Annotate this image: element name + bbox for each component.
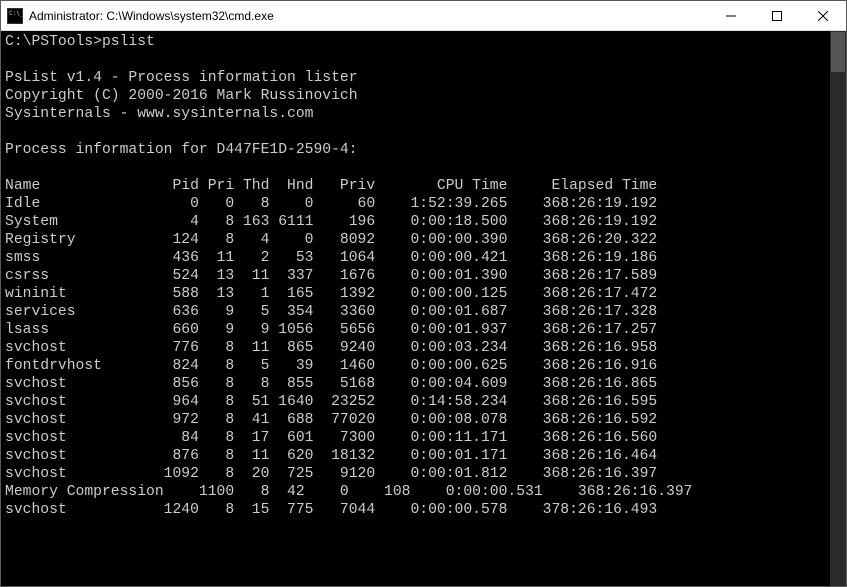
cmd-window: Administrator: C:\Windows\system32\cmd.e… [0,0,847,587]
info-line: Process information for D447FE1D-2590-4: [5,142,358,158]
scrollbar[interactable] [830,31,846,586]
scrollbar-thumb[interactable] [831,32,845,72]
column-headers: Name Pid Pri Thd Hnd Priv CPU Time Elaps… [5,178,657,194]
titlebar[interactable]: Administrator: C:\Windows\system32\cmd.e… [1,1,846,31]
minimize-button[interactable] [708,1,754,30]
window-controls [708,1,846,30]
terminal-area[interactable]: C:\PSTools>pslist PsList v1.4 - Process … [1,31,846,586]
command: pslist [102,34,155,50]
header-line: Sysinternals - www.sysinternals.com [5,106,314,122]
prompt: C:\PSTools> [5,34,102,50]
close-button[interactable] [800,1,846,30]
window-title: Administrator: C:\Windows\system32\cmd.e… [29,9,708,23]
process-list: Idle 0 0 8 0 60 1:52:39.265 368:26:19.19… [5,196,693,518]
maximize-button[interactable] [754,1,800,30]
header-line: Copyright (C) 2000-2016 Mark Russinovich [5,88,358,104]
cmd-icon [7,8,23,24]
header-line: PsList v1.4 - Process information lister [5,70,358,86]
